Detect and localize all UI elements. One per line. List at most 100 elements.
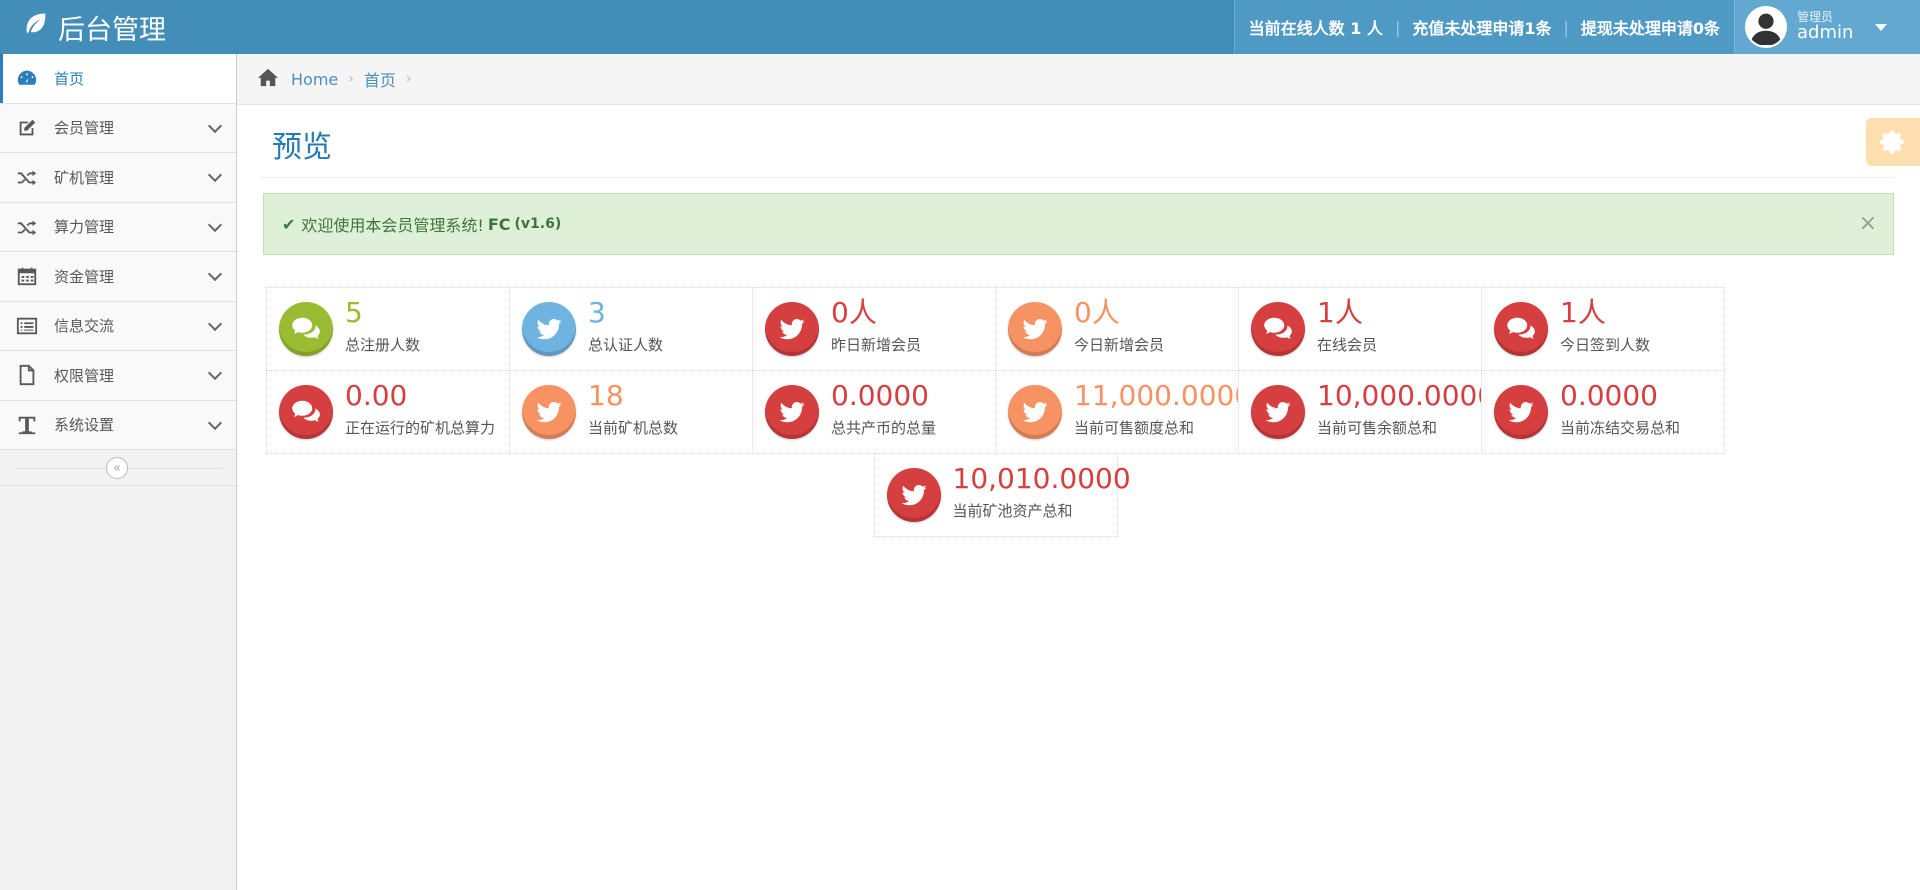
twitter-icon — [1494, 385, 1548, 439]
comments-icon — [1494, 302, 1548, 356]
dashboard-icon — [16, 67, 38, 89]
user-menu[interactable]: 管理员 admin — [1734, 0, 1920, 54]
nav-separator: | — [1563, 17, 1569, 37]
list-icon — [16, 315, 38, 337]
infobox-label: 当前矿池资产总和 — [952, 502, 1073, 520]
infobox-value: 10,010.0000 — [952, 462, 1131, 495]
twitter-icon — [1251, 385, 1305, 439]
chevron-down-icon — [207, 266, 223, 282]
chevron-down-icon — [207, 118, 223, 133]
withdraw-pending-link[interactable]: 提现未处理申请0条 — [1573, 15, 1728, 39]
chevron-down-icon — [207, 415, 223, 430]
sidebar-item-home[interactable]: 首页 — [0, 54, 236, 104]
chevron-down-icon — [207, 365, 223, 381]
check-icon: ✔ — [282, 214, 296, 234]
infobox: 0.0000 当前冻结交易总和 — [1481, 370, 1725, 454]
infobox: 10,000.0000 当前可售余额总和 — [1238, 370, 1495, 454]
comments-icon — [1251, 302, 1305, 356]
infobox-value: 10,000.0000 — [1317, 379, 1496, 412]
infobox-label: 总注册人数 — [345, 336, 421, 354]
close-icon[interactable]: × — [1859, 211, 1877, 236]
breadcrumb-current[interactable]: 首页 — [364, 67, 396, 91]
brand-title: 后台管理 — [58, 14, 166, 46]
infobox: 1人在线会员 — [1238, 287, 1482, 371]
page-title: 预览 — [272, 130, 332, 165]
breadcrumb: Home › 首页 › — [237, 54, 1920, 105]
recharge-pending-link[interactable]: 充值未处理申请1条 — [1404, 15, 1559, 39]
comments-icon — [279, 385, 333, 439]
sidebar-item-label: 矿机管理 — [54, 168, 115, 187]
twitter-icon — [522, 302, 576, 356]
alert-version: (v1.6) — [514, 216, 562, 232]
infobox-label: 总共产币的总量 — [831, 419, 937, 437]
welcome-alert: ✔ 欢迎使用本会员管理系统! FC (v1.6) × — [263, 193, 1894, 255]
home-icon — [257, 67, 291, 91]
infobox: 0.00 正在运行的矿机总算力 — [266, 370, 510, 454]
infobox-label: 当前冻结交易总和 — [1560, 419, 1681, 437]
chevron-down-icon — [207, 217, 223, 232]
infobox-value: 0.0000 — [831, 379, 929, 412]
infobox: 1人 今日签到人数 — [1481, 287, 1725, 371]
sidebar-item-label: 权限管理 — [54, 366, 115, 385]
infobox: 18 当前矿机总数 — [509, 370, 753, 454]
twitter-icon — [1008, 385, 1062, 439]
infobox: 10,010.0000 当前矿池资产总和 — [873, 453, 1131, 537]
online-count-link[interactable]: 当前在线人数 1 人 — [1241, 15, 1391, 39]
chevron-down-icon — [207, 167, 223, 183]
infobox-value: 1人 — [1317, 296, 1363, 329]
comments-icon — [279, 302, 333, 356]
sidebar-item-messages[interactable]: 信息交流 — [0, 301, 236, 351]
infobox: 5 总注册人数 — [266, 287, 510, 371]
infobox-value: 3 — [588, 296, 606, 329]
sidebar-item-label: 信息交流 — [54, 317, 115, 336]
random-icon — [16, 216, 38, 238]
infobox-label: 昨日新增会员 — [831, 336, 922, 354]
leaf-icon — [22, 10, 50, 45]
infobox-value: 11,000.0000 — [1074, 379, 1253, 412]
sidebar: 首页 会员管理 矿机管理 算力管理 资金管理 信息交流 权限管理 系统设置 « — [0, 54, 237, 890]
twitter-icon — [765, 302, 819, 356]
infobox: 3 总认证人数 — [509, 287, 753, 371]
infobox-label: 正在运行的矿机总算力 — [345, 419, 496, 437]
sidebar-item-label: 系统设置 — [54, 416, 115, 435]
infobox-label: 总认证人数 — [588, 336, 664, 354]
twitter-icon — [1008, 302, 1062, 356]
sidebar-item-funds[interactable]: 资金管理 — [0, 252, 236, 302]
calendar-icon — [16, 265, 38, 287]
sidebar-item-settings[interactable]: 系统设置 — [0, 400, 236, 450]
brand[interactable]: 后台管理 — [22, 8, 166, 46]
sidebar-item-label: 首页 — [54, 69, 85, 88]
sidebar-item-label: 资金管理 — [54, 267, 115, 286]
breadcrumb-separator: › — [405, 71, 412, 87]
sidebar-item-members[interactable]: 会员管理 — [0, 103, 236, 153]
infobox-label: 当前可售余额总和 — [1317, 419, 1438, 437]
infobox-value: 0人 — [831, 296, 877, 329]
ace-settings-button[interactable] — [1866, 118, 1920, 166]
twitter-icon — [522, 385, 576, 439]
infobox-label: 今日签到人数 — [1560, 336, 1651, 354]
top-navbar: 后台管理 当前在线人数 1 人 | 充值未处理申请1条 | 提现未处理申请0条 … — [0, 0, 1920, 54]
avatar — [1745, 6, 1787, 48]
sidebar-item-label: 会员管理 — [54, 119, 115, 138]
alert-text: 欢迎使用本会员管理系统! — [301, 216, 484, 235]
sidebar-collapse-bar: « — [0, 450, 236, 486]
infobox-label: 在线会员 — [1317, 336, 1378, 354]
sidebar-item-permissions[interactable]: 权限管理 — [0, 351, 236, 401]
file-icon — [16, 364, 38, 386]
collapse-sidebar-button[interactable]: « — [106, 457, 128, 479]
infobox-value: 18 — [588, 379, 624, 412]
infobox-label: 今日新增会员 — [1074, 336, 1165, 354]
chevron-down-icon — [207, 316, 223, 331]
infobox: 0人昨日新增会员 — [752, 287, 996, 371]
infobox: 0人 今日新增会员 — [995, 287, 1239, 371]
sidebar-item-miners[interactable]: 矿机管理 — [0, 153, 236, 203]
user-name: admin — [1797, 21, 1854, 43]
nav-stats: 当前在线人数 1 人 | 充值未处理申请1条 | 提现未处理申请0条 — [1233, 0, 1734, 54]
sidebar-item-hashrate[interactable]: 算力管理 — [0, 202, 236, 252]
twitter-icon — [765, 385, 819, 439]
infobox-value: 0.0000 — [1560, 379, 1658, 412]
infobox-value: 5 — [345, 296, 363, 329]
infobox: 11,000.0000 当前可售额度总和 — [995, 370, 1252, 454]
breadcrumb-home-link[interactable]: Home — [291, 70, 338, 89]
infobox-value: 0.00 — [345, 379, 408, 412]
